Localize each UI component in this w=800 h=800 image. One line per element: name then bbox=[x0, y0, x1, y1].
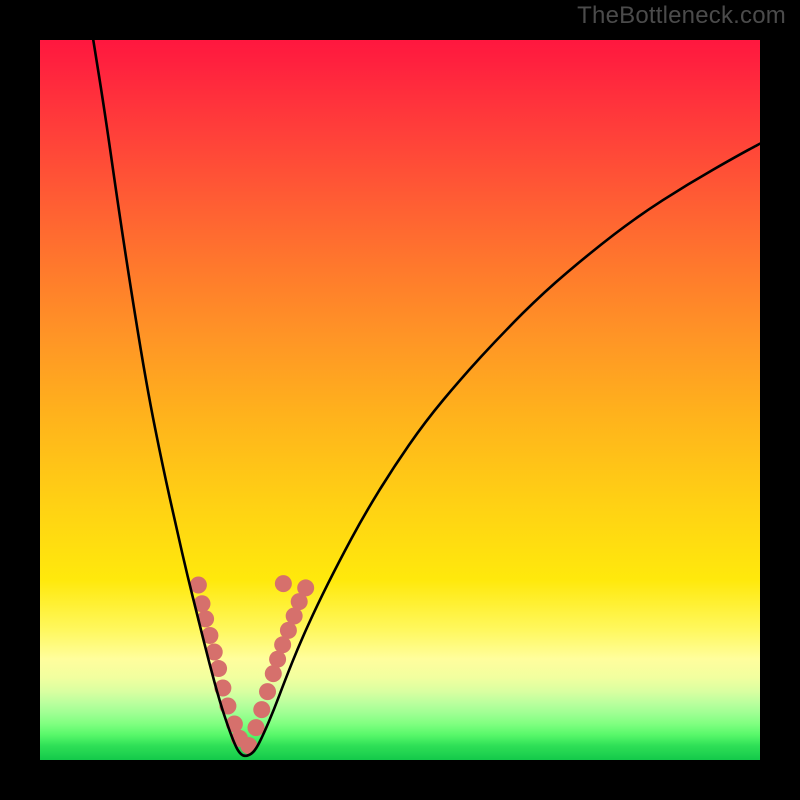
bottleneck-curve bbox=[93, 40, 760, 756]
highlight-dot bbox=[297, 579, 314, 596]
watermark-text: TheBottleneck.com bbox=[577, 2, 786, 30]
highlight-dot bbox=[253, 701, 270, 718]
highlight-dot bbox=[259, 683, 276, 700]
highlight-dot bbox=[265, 665, 282, 682]
chart-svg bbox=[40, 40, 760, 760]
plot-area bbox=[40, 40, 760, 760]
highlight-dot bbox=[248, 719, 265, 736]
highlight-dot bbox=[275, 575, 292, 592]
chart-frame: TheBottleneck.com bbox=[0, 0, 800, 800]
